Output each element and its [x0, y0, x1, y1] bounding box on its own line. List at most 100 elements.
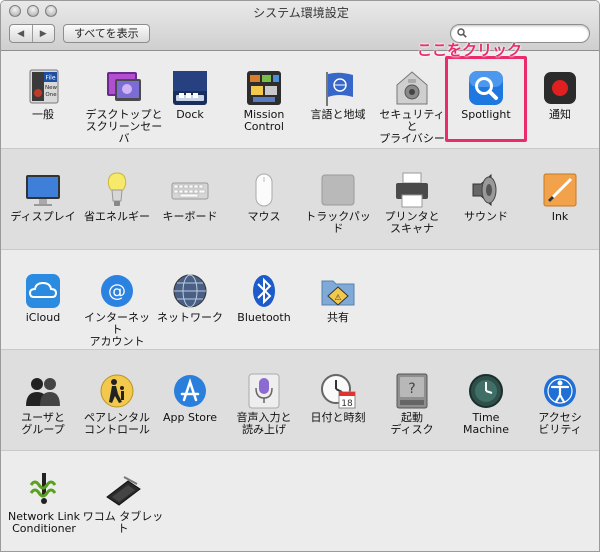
- date-time-icon: 18: [319, 372, 357, 410]
- keyboard-icon: [171, 171, 209, 209]
- printers-scanners-icon: [393, 171, 431, 209]
- startup-disk-icon: ?: [393, 372, 431, 410]
- wacom-tablet-icon: [104, 471, 142, 509]
- accessibility-icon: [541, 372, 579, 410]
- pref-bluetooth[interactable]: Bluetooth: [227, 272, 301, 324]
- users-groups-icon: [24, 372, 62, 410]
- pref-label: サウンド: [464, 210, 508, 223]
- app-store-icon: [171, 372, 209, 410]
- pref-label: 省エネルギー: [84, 210, 150, 223]
- search-icon: [457, 28, 467, 38]
- pref-label: アクセシ ビリティ: [538, 411, 582, 436]
- energy-saver-icon: [98, 171, 136, 209]
- pref-app-store[interactable]: App Store: [153, 372, 227, 424]
- ink-icon: [541, 171, 579, 209]
- general-one-text: One: [45, 92, 57, 98]
- pref-label: 通知: [549, 108, 571, 121]
- section-other: Network Link Conditioner ワコム タブレット: [1, 451, 599, 551]
- pref-label: Bluetooth: [237, 311, 291, 324]
- pref-printers-scanners[interactable]: プリンタと スキャナ: [375, 171, 449, 235]
- pref-startup-disk[interactable]: ? 起動 ディスク: [375, 372, 449, 436]
- forward-button[interactable]: ▶: [31, 25, 55, 42]
- general-icon: File New One: [24, 69, 62, 107]
- pref-label: Dock: [176, 108, 204, 121]
- general-new-text: New: [45, 85, 57, 91]
- desktop-screensaver-icon: [105, 69, 143, 107]
- pref-label: 音声入力と 読み上げ: [236, 411, 292, 436]
- pref-network-link-conditioner[interactable]: Network Link Conditioner: [4, 471, 84, 535]
- pref-label: ネットワーク: [157, 311, 223, 324]
- pref-security-privacy[interactable]: セキュリティと プライバシー: [375, 69, 449, 145]
- pref-label: Ink: [551, 210, 569, 223]
- displays-icon: [24, 171, 62, 209]
- pref-parental-controls[interactable]: ペアレンタル コントロール: [80, 372, 154, 436]
- language-region-icon: [319, 69, 357, 107]
- pref-trackpad[interactable]: トラックパッド: [301, 171, 375, 235]
- calendar-day-text: 18: [341, 399, 353, 409]
- pref-label: Network Link Conditioner: [8, 510, 80, 535]
- pref-language-region[interactable]: 言語と地域: [301, 69, 375, 121]
- section-internet: iCloud @ インターネット アカウント ネットワーク Bluetooth …: [1, 250, 599, 350]
- section-system: ユーザと グループ ペアレンタル コントロール App Store 音声入力と …: [1, 350, 599, 451]
- back-button[interactable]: ◀: [10, 25, 32, 42]
- parental-controls-icon: [98, 372, 136, 410]
- mouse-icon: [245, 171, 283, 209]
- mission-control-icon: [245, 69, 283, 107]
- pref-ink[interactable]: Ink: [523, 171, 597, 223]
- network-icon: [171, 272, 209, 310]
- pref-internet-accounts[interactable]: @ インターネット アカウント: [80, 272, 154, 348]
- pref-label: ユーザと グループ: [21, 411, 65, 436]
- pref-displays[interactable]: ディスプレイ: [6, 171, 80, 223]
- pref-label: iCloud: [25, 311, 61, 324]
- highlight-box: [445, 56, 527, 142]
- pref-notifications[interactable]: 通知: [523, 69, 597, 121]
- sound-icon: [467, 171, 505, 209]
- pref-sound[interactable]: サウンド: [449, 171, 523, 223]
- pref-dictation-speech[interactable]: 音声入力と 読み上げ: [227, 372, 301, 436]
- pref-mission-control[interactable]: Mission Control: [227, 69, 301, 133]
- pref-network[interactable]: ネットワーク: [153, 272, 227, 324]
- pref-dock[interactable]: Dock: [153, 69, 227, 121]
- general-file-text: File: [45, 75, 55, 82]
- pref-label: インターネット アカウント: [84, 311, 150, 348]
- pref-label: 言語と地域: [310, 108, 366, 121]
- trackpad-icon: [319, 171, 357, 209]
- pref-accessibility[interactable]: アクセシ ビリティ: [523, 372, 597, 436]
- back-forward-control: ◀ ▶: [9, 24, 55, 43]
- sharing-icon: ⚠: [319, 272, 357, 310]
- pref-sharing[interactable]: ⚠ 共有: [301, 272, 375, 324]
- pref-label: トラックパッド: [305, 210, 371, 235]
- pref-energy-saver[interactable]: 省エネルギー: [80, 171, 154, 223]
- bluetooth-icon: [245, 272, 283, 310]
- pref-general[interactable]: File New One 一般: [6, 69, 80, 121]
- pref-users-groups[interactable]: ユーザと グループ: [6, 372, 80, 436]
- pref-icloud[interactable]: iCloud: [6, 272, 80, 324]
- svg-text:⚠: ⚠: [334, 293, 341, 302]
- pref-label: セキュリティと プライバシー: [379, 108, 445, 145]
- show-all-button[interactable]: すべてを表示: [63, 24, 150, 43]
- section-hardware: ディスプレイ 省エネルギー キーボード マウス トラックパッド プリンタと スキ…: [1, 149, 599, 250]
- dock-icon: [171, 69, 209, 107]
- icloud-icon: [24, 272, 62, 310]
- network-link-conditioner-icon: [25, 471, 63, 509]
- pref-label: Mission Control: [243, 108, 285, 133]
- pref-label: プリンタと スキャナ: [384, 210, 440, 235]
- pref-label: Time Machine: [462, 411, 510, 436]
- svg-text:?: ?: [408, 381, 415, 397]
- pref-label: 日付と時刻: [310, 411, 366, 424]
- pref-keyboard[interactable]: キーボード: [153, 171, 227, 223]
- pref-label: 起動 ディスク: [390, 411, 434, 436]
- internet-accounts-icon: @: [98, 272, 136, 310]
- pref-label: ペアレンタル コントロール: [84, 411, 150, 436]
- pref-label: ワコム タブレット: [82, 510, 164, 535]
- pref-time-machine[interactable]: Time Machine: [449, 372, 523, 436]
- pref-label: マウス: [247, 210, 281, 223]
- annotation-label: ここをクリック: [417, 41, 523, 59]
- pref-wacom-tablet[interactable]: ワコム タブレット: [81, 471, 165, 535]
- pref-label: 一般: [32, 108, 54, 121]
- pref-mouse[interactable]: マウス: [227, 171, 301, 223]
- dictation-speech-icon: [245, 372, 283, 410]
- svg-text:@: @: [108, 281, 126, 302]
- notifications-icon: [541, 69, 579, 107]
- pref-date-time[interactable]: 18 日付と時刻: [301, 372, 375, 424]
